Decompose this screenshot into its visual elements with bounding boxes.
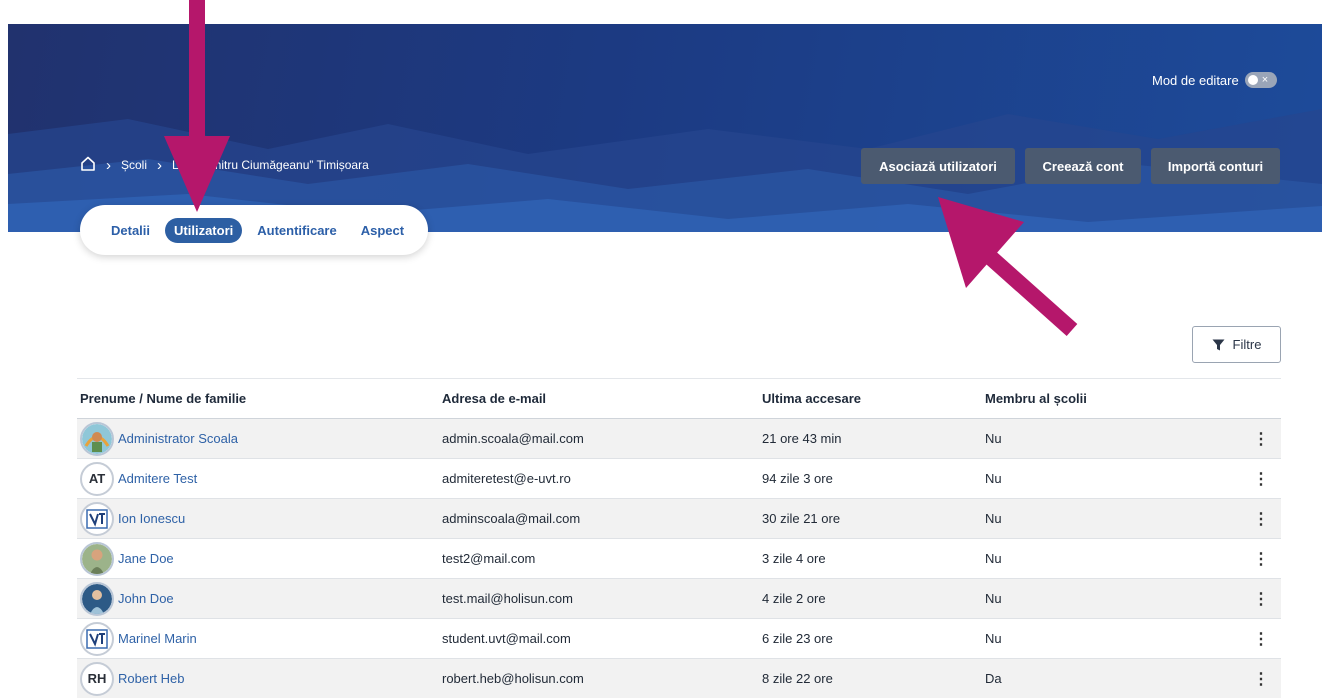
row-menu-icon[interactable]: ⋮ (1232, 618, 1281, 659)
toggle-switch[interactable]: × (1244, 72, 1277, 88)
user-last-access: 3 zile 4 ore (759, 538, 982, 579)
user-member-status: Nu (982, 578, 1232, 619)
table-row[interactable]: RH Robert Heb robert.heb@holisun.com 8 z… (77, 658, 1281, 698)
column-header-member[interactable]: Membru al școlii (982, 378, 1232, 419)
tab-appearance[interactable]: Aspect (352, 218, 413, 243)
user-email: admiteretest@e-uvt.ro (439, 458, 759, 499)
user-name-link[interactable]: Robert Heb (118, 671, 184, 686)
user-member-status: Nu (982, 498, 1232, 539)
row-menu-icon[interactable]: ⋮ (1232, 498, 1281, 539)
row-menu-icon[interactable]: ⋮ (1232, 458, 1281, 499)
user-email: adminscoala@mail.com (439, 498, 759, 539)
user-name-link[interactable]: John Doe (118, 591, 174, 606)
user-email: student.uvt@mail.com (439, 618, 759, 659)
user-email: robert.heb@holisun.com (439, 658, 759, 698)
breadcrumb: › Școli › L.I. „Dumitru Ciumăgeanu” Timi… (80, 156, 369, 174)
table-row[interactable]: AT Admitere Test admiteretest@e-uvt.ro 9… (77, 458, 1281, 499)
row-menu-icon[interactable]: ⋮ (1232, 538, 1281, 579)
user-member-status: Nu (982, 538, 1232, 579)
user-member-status: Da (982, 658, 1232, 698)
import-accounts-button[interactable]: Importă conturi (1151, 148, 1280, 184)
table-row[interactable]: Administrator Scoala admin.scoala@mail.c… (77, 418, 1281, 459)
user-last-access: 6 zile 23 ore (759, 618, 982, 659)
row-menu-icon[interactable]: ⋮ (1232, 418, 1281, 459)
table-row[interactable]: Marinel Marin student.uvt@mail.com 6 zil… (77, 618, 1281, 659)
home-icon[interactable] (80, 156, 96, 174)
filter-icon (1212, 339, 1225, 350)
user-name-link[interactable]: Admitere Test (118, 471, 197, 486)
user-name-link[interactable]: Administrator Scoala (118, 431, 238, 446)
filter-button[interactable]: Filtre (1192, 326, 1281, 363)
user-avatar-photo (80, 421, 114, 456)
header-banner (8, 24, 1322, 232)
user-name-link[interactable]: Ion Ionescu (118, 511, 185, 526)
breadcrumb-item-schools[interactable]: Școli (121, 158, 147, 172)
associate-users-button[interactable]: Asociază utilizatori (861, 148, 1015, 184)
table-row[interactable]: Jane Doe test2@mail.com 3 zile 4 ore Nu … (77, 538, 1281, 579)
user-member-status: Nu (982, 418, 1232, 459)
column-header-email[interactable]: Adresa de e-mail (439, 378, 759, 419)
table-row[interactable]: Ion Ionescu adminscoala@mail.com 30 zile… (77, 498, 1281, 539)
table-header-row: Prenume / Nume de familie Adresa de e-ma… (77, 378, 1281, 419)
user-last-access: 30 zile 21 ore (759, 498, 982, 539)
user-last-access: 4 zile 2 ore (759, 578, 982, 619)
table-row[interactable]: John Doe test.mail@holisun.com 4 zile 2 … (77, 578, 1281, 619)
users-table: Prenume / Nume de familie Adresa de e-ma… (77, 378, 1281, 698)
tab-details[interactable]: Detalii (102, 218, 159, 243)
user-member-status: Nu (982, 618, 1232, 659)
filter-label: Filtre (1232, 337, 1262, 352)
uvt-logo-icon (80, 621, 114, 656)
user-email: test2@mail.com (439, 538, 759, 579)
uvt-logo-icon (80, 501, 114, 536)
tab-bar: Detalii Utilizatori Autentificare Aspect (80, 205, 428, 255)
breadcrumb-item-school: L.I. „Dumitru Ciumăgeanu” Timișoara (172, 158, 369, 172)
close-icon: × (1261, 74, 1269, 86)
chevron-right-icon: › (157, 156, 163, 174)
edit-mode-label: Mod de editare (1152, 72, 1239, 88)
column-header-name[interactable]: Prenume / Nume de familie (77, 378, 439, 419)
user-email: test.mail@holisun.com (439, 578, 759, 619)
user-last-access: 8 zile 22 ore (759, 658, 982, 698)
tab-users[interactable]: Utilizatori (165, 217, 243, 243)
user-email: admin.scoala@mail.com (439, 418, 759, 459)
row-menu-icon[interactable]: ⋮ (1232, 658, 1281, 698)
edit-mode-toggle[interactable]: Mod de editare × (1152, 72, 1277, 88)
user-name-link[interactable]: Jane Doe (118, 551, 174, 566)
mountains-background (8, 109, 1322, 232)
user-avatar-photo (80, 541, 114, 576)
chevron-right-icon: › (106, 156, 111, 174)
user-avatar-photo (80, 581, 114, 616)
user-name-link[interactable]: Marinel Marin (118, 631, 197, 646)
user-last-access: 94 zile 3 ore (759, 458, 982, 499)
user-member-status: Nu (982, 458, 1232, 499)
toggle-knob (1247, 75, 1258, 85)
create-account-button[interactable]: Creează cont (1025, 148, 1141, 184)
user-avatar-initials: AT (80, 461, 114, 496)
user-avatar-initials: RH (80, 661, 114, 696)
tab-authentication[interactable]: Autentificare (248, 218, 345, 243)
user-last-access: 21 ore 43 min (759, 418, 982, 459)
column-header-actions (1232, 378, 1281, 419)
row-menu-icon[interactable]: ⋮ (1232, 578, 1281, 619)
column-header-last-access[interactable]: Ultima accesare (759, 378, 982, 419)
